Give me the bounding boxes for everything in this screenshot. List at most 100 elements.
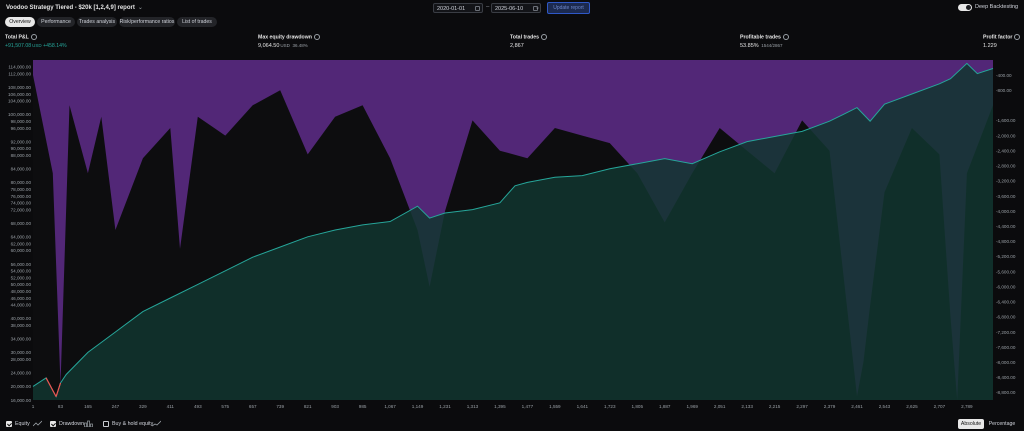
right-axis: -400.00 -800.00 -1,600.00 -2,000.00 -2,400.0…: [996, 73, 1016, 395]
tab-trades-analysis[interactable]: Trades analysis: [77, 17, 117, 27]
x-axis-tick-label: 2,707: [934, 404, 946, 409]
report-title[interactable]: Voodoo Strategy Tiered - $20k [1,2,4,9] …: [6, 4, 143, 11]
right-axis-tick-label: -800.00: [996, 88, 1012, 93]
left-axis-tick-label: 46,000.00: [11, 296, 32, 301]
x-axis-tick-label: 985: [359, 404, 367, 409]
x-axis-tick-label: 2,133: [741, 404, 753, 409]
left-axis-tick-label: 108,000.00: [8, 85, 31, 90]
left-axis-tick-label: 100,000.00: [8, 112, 31, 117]
left-axis-tick-label: 20,000.00: [11, 384, 32, 389]
left-axis-tick-label: 40,000.00: [11, 316, 32, 321]
percentage-toggle[interactable]: Percentage: [986, 419, 1018, 429]
calendar-icon: [475, 5, 480, 11]
buy-hold-label: Buy & hold equity: [112, 421, 154, 427]
x-axis-tick-label: 493: [194, 404, 202, 409]
x-axis-tick-label: 2,379: [824, 404, 836, 409]
top-bar: Voodoo Strategy Tiered - $20k [1,2,4,9] …: [0, 0, 1024, 16]
left-axis-tick-label: 64,000.00: [11, 235, 32, 240]
left-axis-tick-label: 44,000.00: [11, 303, 32, 308]
x-axis-tick-label: 2,297: [796, 404, 808, 409]
info-icon[interactable]: [30, 34, 37, 40]
left-axis-tick-label: 68,000.00: [11, 221, 32, 226]
x-axis-tick-label: 1,395: [494, 404, 506, 409]
x-axis-tick-label: 657: [249, 404, 257, 409]
left-axis: 114,000.00112,000.00 108,000.00 106,000.00…: [8, 65, 31, 403]
x-axis-tick-label: 2,215: [769, 404, 781, 409]
buy-hold-line-icon: [152, 420, 161, 427]
chart-footer: Equity Drawdown Buy & hold equity Absolu…: [0, 418, 1024, 431]
drawdown-label: Drawdown: [59, 421, 85, 427]
info-icon[interactable]: [1014, 34, 1021, 40]
tab-performance[interactable]: Performance: [37, 17, 75, 27]
equity-drawdown-chart[interactable]: 114,000.00112,000.00 108,000.00 106,000.00…: [0, 58, 1024, 416]
left-axis-tick-label: 38,000.00: [11, 323, 32, 328]
x-axis: 1 83 165 247 329 411 493 575 657 739 821 903 985 1,06…: [32, 404, 973, 409]
info-icon[interactable]: [313, 34, 320, 40]
date-from-field[interactable]: 2020-01-01: [433, 3, 483, 13]
plot-area: [32, 60, 994, 401]
buy-hold-checkbox[interactable]: [103, 421, 109, 427]
x-axis-tick-label: 329: [139, 404, 147, 409]
right-axis-tick-label: -4,000.00: [996, 209, 1016, 214]
tab-risk-performance-ratios[interactable]: Risk/performance ratios: [119, 17, 175, 27]
drawdown-checkbox[interactable]: [50, 421, 56, 427]
left-axis-tick-label: 106,000.00: [8, 92, 31, 97]
date-to-field[interactable]: 2025-06-10: [491, 3, 541, 13]
x-axis-tick-label: 2,461: [851, 404, 863, 409]
x-axis-tick-label: 1,805: [632, 404, 644, 409]
x-axis-tick-label: 2,543: [879, 404, 891, 409]
info-icon[interactable]: [782, 34, 789, 40]
stat-profitable-trades: Profitable trades 53.85% 1544/2867: [740, 34, 789, 49]
right-axis-tick-label: -2,400.00: [996, 148, 1016, 153]
left-axis-tick-label: 98,000.00: [11, 119, 32, 124]
equity-checkbox[interactable]: [6, 421, 12, 427]
tab-overview[interactable]: Overview: [5, 17, 35, 27]
left-axis-tick-label: 88,000.00: [11, 153, 32, 158]
x-axis-tick-label: 575: [221, 404, 229, 409]
x-axis-tick-label: 411: [167, 404, 175, 409]
left-axis-tick-label: 74,000.00: [11, 201, 32, 206]
left-axis-tick-label: 104,000.00: [8, 99, 31, 104]
deep-backtesting-label: Deep Backtesting: [975, 4, 1019, 10]
left-axis-tick-label: 114,000.00: [8, 65, 31, 70]
equity-label: Equity: [15, 421, 30, 427]
drawdown-bars-icon: [84, 420, 93, 427]
x-axis-tick-label: 83: [58, 404, 64, 409]
right-axis-tick-label: -400.00: [996, 73, 1012, 78]
x-axis-tick-label: 1,067: [384, 404, 396, 409]
tab-list-of-trades[interactable]: List of trades: [177, 17, 217, 27]
left-axis-tick-label: 54,000.00: [11, 269, 32, 274]
x-axis-tick-label: 821: [304, 404, 312, 409]
left-axis-tick-label: 50,000.00: [11, 282, 32, 287]
x-axis-tick-label: 903: [331, 404, 339, 409]
toggle-knob: [966, 5, 971, 10]
right-axis-tick-label: -8,000.00: [996, 360, 1016, 365]
left-axis-tick-label: 16,000.00: [11, 398, 32, 403]
left-axis-tick-label: 48,000.00: [11, 289, 32, 294]
update-report-button[interactable]: Update report: [547, 2, 590, 14]
absolute-toggle[interactable]: Absolute: [958, 419, 984, 429]
left-axis-tick-label: 62,000.00: [11, 241, 32, 246]
right-axis-tick-label: -8,800.00: [996, 390, 1016, 395]
x-axis-tick-label: 2,051: [714, 404, 726, 409]
x-axis-tick-label: 1,969: [686, 404, 698, 409]
chevron-down-icon: ⌄: [137, 5, 143, 11]
deep-backtesting-toggle[interactable]: [958, 4, 972, 11]
left-axis-tick-label: 52,000.00: [11, 275, 32, 280]
stat-total-trades: Total trades 2,867: [510, 34, 548, 49]
x-axis-tick-label: 1,723: [604, 404, 616, 409]
x-axis-tick-label: 1: [32, 404, 35, 409]
x-axis-tick-label: 1,559: [549, 404, 561, 409]
equity-line-icon: [33, 420, 42, 427]
right-axis-tick-label: -3,600.00: [996, 194, 1016, 199]
x-axis-tick-label: 1,887: [659, 404, 671, 409]
x-axis-tick-label: 1,313: [467, 404, 479, 409]
x-axis-tick-label: 739: [276, 404, 284, 409]
left-axis-tick-label: 34,000.00: [11, 337, 32, 342]
right-axis-tick-label: -5,200.00: [996, 254, 1016, 259]
left-axis-tick-label: 112,000.00: [8, 71, 31, 76]
x-axis-tick-label: 1,641: [577, 404, 589, 409]
info-icon[interactable]: [541, 34, 548, 40]
right-axis-tick-label: -6,000.00: [996, 284, 1016, 289]
chevron-down-icon[interactable]: ⌄: [535, 4, 540, 11]
